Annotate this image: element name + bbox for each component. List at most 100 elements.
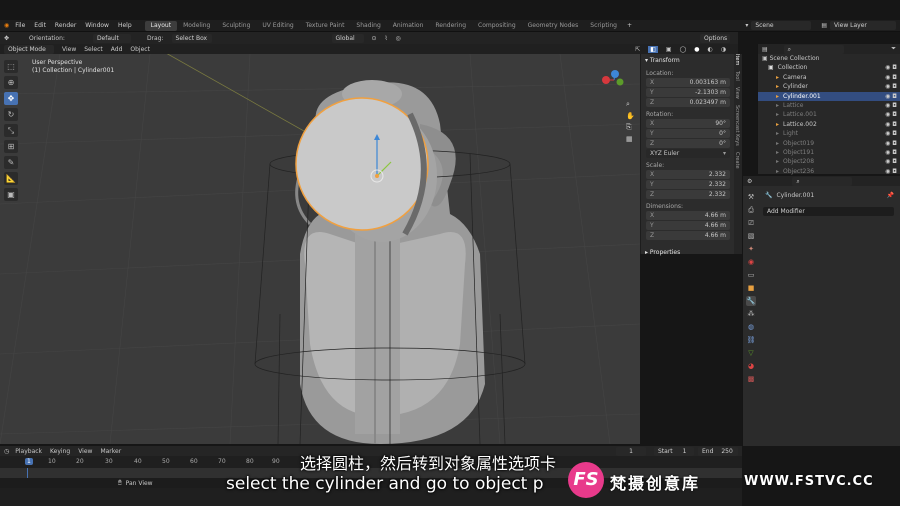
menu-keying[interactable]: Keying	[50, 448, 70, 455]
dimensions-y-field[interactable]: Y 4.66 m	[646, 221, 730, 230]
menu-render[interactable]: Render	[55, 22, 76, 29]
data-props-icon[interactable]: ▽	[746, 348, 756, 358]
orientation-dropdown[interactable]: Default	[92, 33, 131, 43]
current-frame-field[interactable]: 1	[616, 446, 646, 456]
transform-header[interactable]: ▾ Transform	[641, 54, 734, 67]
measure-tool-icon[interactable]: 📐	[4, 172, 18, 185]
scale-z-field[interactable]: Z 2.332	[646, 190, 730, 199]
scene-props-icon[interactable]: ✦	[746, 244, 756, 254]
menu-marker[interactable]: Marker	[100, 448, 121, 455]
particles-props-icon[interactable]: ⁂	[746, 309, 756, 319]
dimensions-x-field[interactable]: X 4.66 m	[646, 211, 730, 220]
menu-select[interactable]: Select	[84, 46, 103, 53]
visibility-eye-icon[interactable]: ◉ ◘	[885, 63, 897, 72]
tool-props-icon[interactable]: ⚒	[746, 192, 756, 202]
start-frame-field[interactable]: Start 1	[654, 446, 694, 456]
rotation-z-field[interactable]: Z 0°	[646, 139, 730, 148]
outliner-item[interactable]: ▸ Camera ◉ ◘	[758, 73, 900, 82]
visibility-eye-icon[interactable]: ◉ ◘	[885, 82, 897, 91]
visibility-eye-icon[interactable]: ◉ ◘	[885, 110, 897, 119]
menu-add[interactable]: Add	[111, 46, 123, 53]
scale-tool-icon[interactable]: ⤡	[4, 124, 18, 137]
outliner-item[interactable]: ▸ Lattice.002 ◉ ◘	[758, 120, 900, 129]
add-modifier-dropdown[interactable]: Add Modifier	[763, 207, 894, 216]
output-props-icon[interactable]: ⎚	[746, 218, 756, 228]
visibility-eye-icon[interactable]: ◉ ◘	[885, 101, 897, 110]
tab-scripting[interactable]: Scripting	[584, 21, 623, 31]
select-tool-icon[interactable]: ⬚	[4, 60, 18, 73]
location-y-field[interactable]: Y -2.1303 m	[646, 88, 730, 97]
modifier-props-icon[interactable]: 🔧	[746, 296, 756, 306]
drag-dropdown[interactable]: Select Box	[171, 33, 212, 43]
tab-rendering[interactable]: Rendering	[429, 21, 472, 31]
collection-props-icon[interactable]: ▭	[746, 270, 756, 280]
material-props-icon[interactable]: ◕	[746, 361, 756, 371]
rotate-tool-icon[interactable]: ↻	[4, 108, 18, 121]
visibility-eye-icon[interactable]: ◉ ◘	[885, 73, 897, 82]
rotation-mode-dropdown[interactable]: XYZ Euler ▾	[646, 149, 730, 158]
ortho-grid-icon[interactable]: ▦	[626, 135, 635, 143]
properties-search[interactable]: ⌕	[792, 176, 853, 186]
object-props-icon[interactable]: ■	[746, 283, 756, 293]
properties-editor-icon[interactable]: ⚙	[747, 178, 752, 185]
menu-object[interactable]: Object	[130, 46, 150, 53]
navigation-gizmo[interactable]	[602, 70, 624, 86]
tab-texture-paint[interactable]: Texture Paint	[300, 21, 351, 31]
rotation-x-field[interactable]: X 90°	[646, 119, 730, 128]
world-props-icon[interactable]: ◉	[746, 257, 756, 267]
scale-y-field[interactable]: Y 2.332	[646, 180, 730, 189]
menu-edit[interactable]: Edit	[34, 22, 46, 29]
move-tool-button-icon[interactable]: ✥	[4, 92, 18, 105]
dimensions-z-field[interactable]: Z 4.66 m	[646, 231, 730, 240]
blender-logo-icon[interactable]: ◉	[4, 22, 9, 29]
visibility-eye-icon[interactable]: ◉ ◘	[885, 92, 897, 101]
gizmo-toggle-icon[interactable]: ⇱	[635, 46, 640, 53]
outliner-display-icon[interactable]: ▤	[762, 46, 768, 53]
scene-field[interactable]: Scene	[751, 21, 812, 30]
outliner-item[interactable]: ▣ Collection ◉ ◘	[758, 63, 900, 72]
outliner-item[interactable]: ▸ Object019 ◉ ◘	[758, 139, 900, 148]
tab-view[interactable]: View	[734, 87, 740, 99]
wireframe-shading-icon[interactable]: ◯	[680, 46, 687, 53]
scale-x-field[interactable]: X 2.332	[646, 170, 730, 179]
tab-screencast-keys[interactable]: Screencast Keys	[734, 105, 740, 146]
tab-create[interactable]: Create	[734, 152, 740, 169]
outliner-item[interactable]: ▸ Cylinder.001 ◉ ◘	[758, 91, 900, 101]
rendered-shading-icon[interactable]: ◑	[721, 46, 726, 53]
pan-hand-icon[interactable]: ✋	[626, 112, 635, 120]
outliner-item[interactable]: ▸ Object191 ◉ ◘	[758, 148, 900, 157]
menu-help[interactable]: Help	[118, 22, 132, 29]
cursor-tool-icon[interactable]: ⊕	[4, 76, 18, 89]
view-layer-field[interactable]: View Layer	[830, 21, 896, 30]
visibility-eye-icon[interactable]: ◉ ◘	[885, 157, 897, 166]
tab-compositing[interactable]: Compositing	[472, 21, 522, 31]
tab-sculpting[interactable]: Sculpting	[216, 21, 256, 31]
proportional-icon[interactable]: ◎	[396, 35, 401, 42]
scene-collection-row[interactable]: ▣ Scene Collection	[758, 54, 900, 63]
tab-animation[interactable]: Animation	[387, 21, 430, 31]
constraints-props-icon[interactable]: ⛓	[746, 335, 756, 345]
outliner-item[interactable]: ▸ Object208 ◉ ◘	[758, 157, 900, 166]
location-z-field[interactable]: Z 0.023497 m	[646, 98, 730, 107]
properties-subpanel[interactable]: ▸ Properties	[641, 246, 734, 259]
menu-playback[interactable]: Playback	[15, 448, 42, 455]
options-dropdown[interactable]: Options	[700, 33, 730, 43]
tab-geometry-nodes[interactable]: Geometry Nodes	[522, 21, 585, 31]
transform-space-dropdown[interactable]: Global	[331, 33, 364, 43]
outliner-item[interactable]: ▸ Object236 ◉ ◘	[758, 167, 900, 176]
mode-dropdown[interactable]: Object Mode	[4, 44, 54, 54]
annotate-tool-icon[interactable]: ✎	[4, 156, 18, 169]
tab-tool[interactable]: Tool	[734, 71, 740, 81]
render-props-icon[interactable]: ⎙	[746, 205, 756, 215]
visibility-eye-icon[interactable]: ◉ ◘	[885, 139, 897, 148]
visibility-eye-icon[interactable]: ◉ ◘	[885, 167, 897, 176]
overlay-toggle-icon[interactable]: ◧	[648, 45, 658, 53]
solid-shading-icon[interactable]: ●	[694, 46, 699, 53]
menu-timeline-view[interactable]: View	[78, 448, 92, 455]
camera-view-icon[interactable]: ⎘	[626, 123, 635, 132]
move-tool-icon[interactable]: ✥	[4, 35, 9, 42]
end-frame-field[interactable]: End 250	[698, 446, 738, 456]
visibility-eye-icon[interactable]: ◉ ◘	[885, 120, 897, 129]
zoom-icon[interactable]: ⌕	[626, 100, 635, 109]
tab-modeling[interactable]: Modeling	[177, 21, 216, 31]
